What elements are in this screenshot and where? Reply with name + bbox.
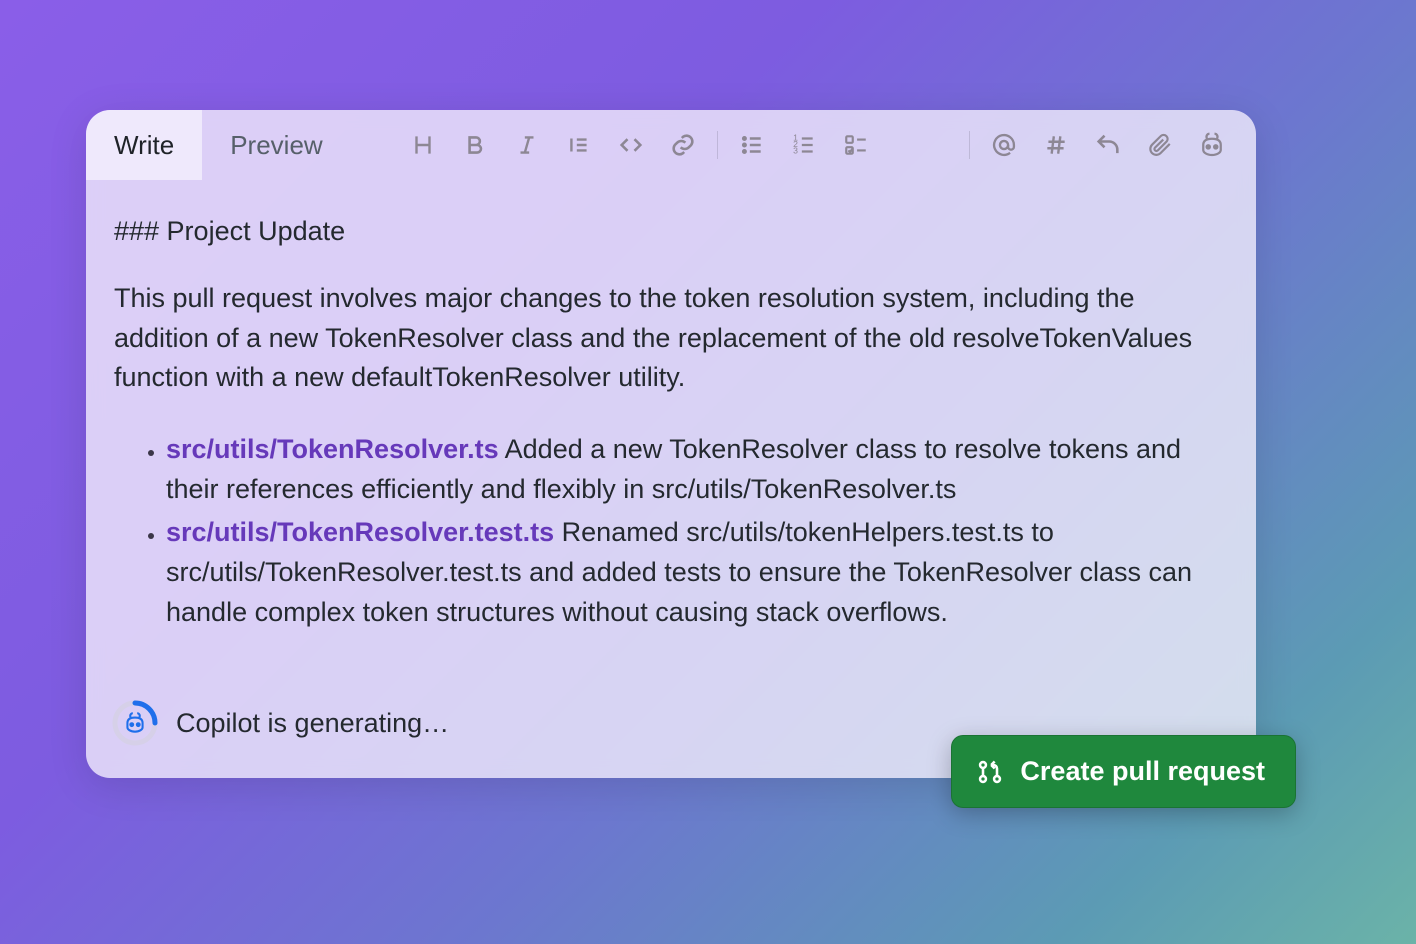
editor-toolbar: Write Preview xyxy=(86,110,1256,180)
heading-icon[interactable] xyxy=(401,123,445,167)
tab-preview-label: Preview xyxy=(230,130,322,161)
list-item: src/utils/TokenResolver.test.ts Renamed … xyxy=(166,513,1228,632)
file-link[interactable]: src/utils/TokenResolver.test.ts xyxy=(166,517,554,547)
markdown-heading: ### Project Update xyxy=(114,216,1228,247)
hash-icon[interactable] xyxy=(1034,123,1078,167)
link-icon[interactable] xyxy=(661,123,705,167)
tab-preview[interactable]: Preview xyxy=(202,110,350,180)
copilot-status-row: Copilot is generating… xyxy=(112,700,449,746)
markdown-editor-panel: Write Preview xyxy=(86,110,1256,778)
mention-icon[interactable] xyxy=(982,123,1026,167)
editor-content[interactable]: ### Project Update This pull request inv… xyxy=(86,180,1256,633)
list-item: src/utils/TokenResolver.ts Added a new T… xyxy=(166,430,1228,509)
copilot-spinner xyxy=(112,700,158,746)
create-pull-request-button[interactable]: Create pull request xyxy=(951,735,1296,808)
quote-icon[interactable] xyxy=(557,123,601,167)
bold-icon[interactable] xyxy=(453,123,497,167)
svg-text:3: 3 xyxy=(793,146,798,156)
code-icon[interactable] xyxy=(609,123,653,167)
reply-icon[interactable] xyxy=(1086,123,1130,167)
file-link[interactable]: src/utils/TokenResolver.ts xyxy=(166,434,499,464)
bulleted-list-icon[interactable] xyxy=(730,123,774,167)
numbered-list-icon[interactable]: 123 xyxy=(782,123,826,167)
task-list-icon[interactable] xyxy=(834,123,878,167)
toolbar-divider xyxy=(969,131,970,159)
markdown-bullet-list: src/utils/TokenResolver.ts Added a new T… xyxy=(114,430,1228,632)
copilot-icon[interactable] xyxy=(1190,123,1234,167)
attach-icon[interactable] xyxy=(1138,123,1182,167)
toolbar-right-group xyxy=(965,123,1248,167)
formatting-toolbar: 123 xyxy=(401,123,878,167)
italic-icon[interactable] xyxy=(505,123,549,167)
tab-write-label: Write xyxy=(114,130,174,161)
markdown-paragraph: This pull request involves major changes… xyxy=(114,279,1228,398)
cta-label: Create pull request xyxy=(1020,756,1265,787)
toolbar-divider xyxy=(717,131,718,159)
copilot-status-text: Copilot is generating… xyxy=(176,708,449,739)
tab-write[interactable]: Write xyxy=(86,110,202,180)
pull-request-icon xyxy=(976,758,1004,786)
